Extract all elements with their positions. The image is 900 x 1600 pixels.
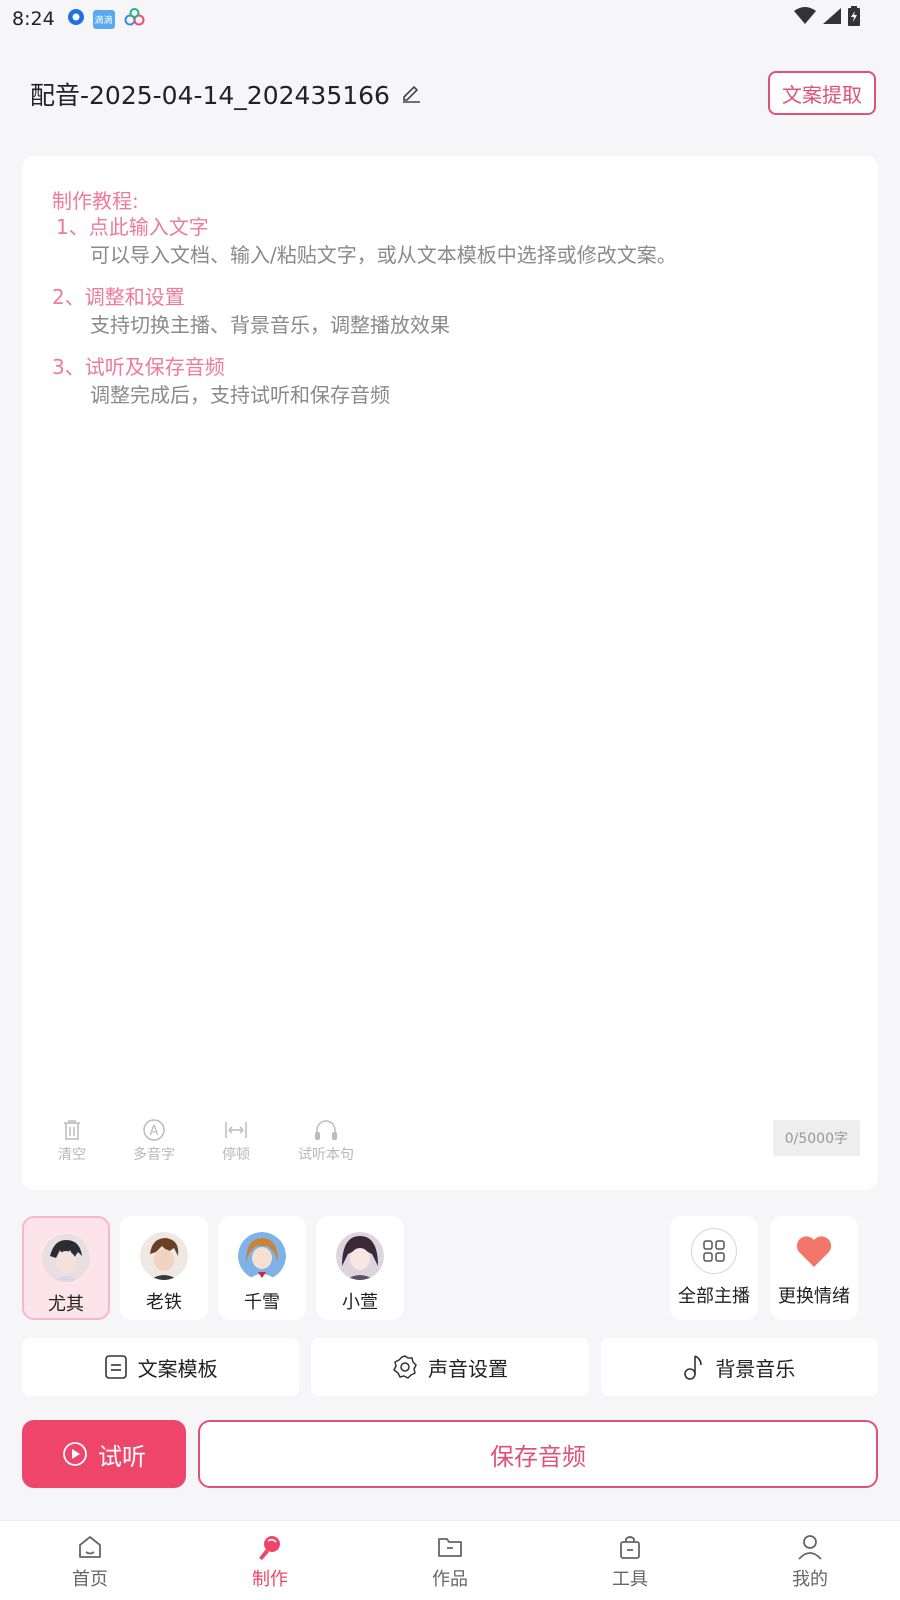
voice-card[interactable]: 小萱	[316, 1216, 404, 1320]
document-icon	[104, 1355, 127, 1379]
nav-label: 首页	[72, 1569, 108, 1590]
nav-label: 制作	[252, 1569, 288, 1590]
avatar	[336, 1232, 384, 1280]
tutorial: 制作教程: 1、点此输入文字 可以导入文档、输入/粘贴文字，或从文本模板中选择或…	[52, 188, 832, 410]
status-time: 8:24	[12, 8, 55, 30]
nav-label: 作品	[432, 1569, 468, 1590]
nav-create[interactable]: 制作	[180, 1521, 360, 1600]
polyphone-icon: A	[143, 1119, 165, 1141]
tutorial-step-heading: 2、调整和设置	[52, 285, 185, 309]
listen-sentence-button[interactable]: 试听本句	[288, 1118, 364, 1164]
status-bar: 8:24 滴滴	[0, 0, 900, 38]
action-row: 试听 保存音频	[22, 1420, 878, 1488]
tool-label: 多音字	[133, 1147, 175, 1163]
save-audio-button[interactable]: 保存音频	[198, 1420, 878, 1488]
pause-button[interactable]: 停顿	[206, 1118, 266, 1164]
avatar	[140, 1232, 188, 1280]
nav-label: 工具	[612, 1569, 648, 1590]
polyphone-button[interactable]: A 多音字	[124, 1118, 184, 1164]
avatar	[238, 1232, 286, 1280]
voice-card[interactable]: 老铁	[120, 1216, 208, 1320]
feature-label: 文案模板	[137, 1356, 218, 1381]
microphone-icon	[259, 1536, 280, 1560]
pause-width-icon	[225, 1122, 247, 1138]
listen-button[interactable]: 试听	[22, 1420, 186, 1488]
nav-home[interactable]: 首页	[0, 1521, 180, 1600]
bottom-nav: 首页 制作 作品 工具 我的	[0, 1520, 900, 1600]
voice-name: 千雪	[244, 1292, 280, 1313]
nav-tools[interactable]: 工具	[540, 1521, 720, 1600]
nav-works[interactable]: 作品	[360, 1521, 540, 1600]
trash-icon	[64, 1120, 80, 1140]
tutorial-step-heading: 3、试听及保存音频	[52, 355, 225, 379]
tutorial-step-desc: 调整完成后，支持试听和保存音频	[90, 383, 390, 407]
voice-name: 老铁	[146, 1292, 182, 1313]
notification-app-icon	[67, 8, 85, 30]
voice-card[interactable]: 尤其	[22, 1216, 110, 1320]
feature-label: 背景音乐	[715, 1356, 796, 1381]
document-title[interactable]: 配音-2025-04-14_202435166	[30, 76, 422, 112]
cloud-app-icon	[123, 8, 147, 30]
heart-icon	[791, 1228, 837, 1274]
voice-action-label: 更换情绪	[778, 1286, 850, 1307]
extract-text-button[interactable]: 文案提取	[768, 71, 876, 115]
feature-label: 声音设置	[427, 1356, 508, 1381]
signal-icon	[822, 7, 842, 29]
settings-icon	[393, 1355, 417, 1379]
text-editor[interactable]: 制作教程: 1、点此输入文字 可以导入文档、输入/粘贴文字，或从文本模板中选择或…	[22, 156, 878, 1190]
music-note-icon	[684, 1355, 703, 1380]
nav-profile[interactable]: 我的	[720, 1521, 900, 1600]
wifi-icon	[794, 7, 816, 29]
tool-label: 清空	[58, 1147, 86, 1163]
change-emotion-button[interactable]: 更换情绪	[770, 1216, 858, 1320]
voice-selector: 尤其 老铁 千雪 小萱 全部主播 更换情绪	[22, 1216, 878, 1322]
tutorial-step-desc: 可以导入文档、输入/粘贴文字，或从文本模板中选择或修改文案。	[90, 243, 677, 267]
svg-text:A: A	[150, 1124, 159, 1139]
grid-icon	[691, 1228, 737, 1274]
background-music-button[interactable]: 背景音乐	[600, 1338, 878, 1396]
header: 配音-2025-04-14_202435166 文案提取	[0, 62, 900, 122]
nav-label: 我的	[792, 1569, 828, 1590]
listen-label: 试听	[98, 1442, 146, 1471]
document-title-text: 配音-2025-04-14_202435166	[30, 81, 390, 110]
bag-icon	[620, 1536, 640, 1559]
edit-pencil-icon[interactable]	[400, 80, 422, 109]
home-icon	[79, 1536, 101, 1558]
all-voices-button[interactable]: 全部主播	[670, 1216, 758, 1320]
text-template-button[interactable]: 文案模板	[22, 1338, 300, 1396]
voice-name: 小萱	[342, 1292, 378, 1313]
user-icon	[798, 1535, 822, 1560]
tutorial-step-heading: 1、点此输入文字	[56, 215, 209, 239]
tutorial-step-desc: 支持切换主播、背景音乐，调整播放效果	[90, 313, 450, 337]
feature-row: 文案模板 声音设置 背景音乐	[22, 1338, 878, 1396]
didi-app-icon: 滴滴	[92, 9, 115, 29]
avatar	[42, 1234, 90, 1282]
voice-name: 尤其	[48, 1294, 84, 1315]
tutorial-title: 制作教程:	[52, 189, 139, 213]
voice-settings-button[interactable]: 声音设置	[311, 1338, 589, 1396]
tool-label: 试听本句	[298, 1147, 354, 1163]
folder-icon	[438, 1538, 462, 1557]
editor-toolbar: 清空 A 多音字 停顿 试听本句	[42, 1118, 364, 1164]
clear-button[interactable]: 清空	[42, 1118, 102, 1164]
voice-card[interactable]: 千雪	[218, 1216, 306, 1320]
character-count: 0/5000字	[772, 1120, 860, 1156]
tool-label: 停顿	[222, 1147, 250, 1163]
battery-icon	[848, 6, 860, 30]
play-icon	[63, 1442, 87, 1466]
headphones-icon	[315, 1120, 337, 1140]
voice-action-label: 全部主播	[678, 1286, 750, 1307]
